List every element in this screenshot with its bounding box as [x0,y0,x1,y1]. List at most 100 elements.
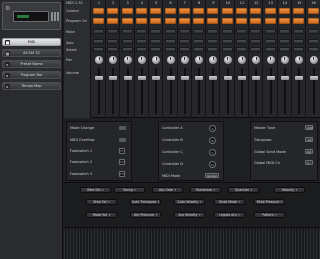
gear-icon[interactable]: ⚙ [5,5,10,12]
select-button[interactable] [278,47,290,52]
pan-knob[interactable] [180,56,189,64]
select-button[interactable] [293,47,305,52]
mute-button[interactable] [307,29,319,34]
dropdown-select[interactable]: Quantize ▾ [228,187,259,193]
solo-button[interactable] [293,39,305,44]
select-button[interactable] [250,47,262,52]
solo-button[interactable] [193,39,205,44]
footswitch-2-box[interactable]: F2 [119,159,125,165]
mute-button[interactable] [164,29,176,34]
volume-fader[interactable] [295,75,304,80]
control-pad[interactable] [93,8,104,14]
control-pad[interactable] [107,8,119,14]
solo-button[interactable] [207,39,219,44]
program-pad[interactable] [178,18,190,24]
volume-fader[interactable] [195,75,204,80]
controller-c-dial[interactable]: C [209,149,216,156]
solo-button[interactable] [236,39,247,44]
volume-fader[interactable] [223,75,232,80]
volume-fader[interactable] [266,75,275,80]
dropdown-select[interactable]: Knob Mode ▾ [214,199,245,205]
dropdown-select[interactable]: Velocity ▾ [274,187,305,193]
volume-fader[interactable] [309,75,318,80]
midi-mode-select[interactable]: Global [205,173,219,178]
pan-knob[interactable] [209,56,218,64]
program-pad[interactable] [193,18,205,24]
control-pad[interactable] [150,8,162,14]
select-button[interactable] [164,47,176,52]
dropdown-select[interactable]: Arp Velocity ▾ [174,212,205,218]
volume-fader[interactable] [137,75,146,80]
pan-knob[interactable] [238,56,246,64]
dropdown-select[interactable]: Rate Div ▾ [80,187,111,193]
dropdown-select[interactable]: Mode Sel ▾ [86,212,117,218]
solo-button[interactable] [93,39,104,44]
control-pad[interactable] [207,8,219,14]
dropdown-select[interactable]: Auto Velocity ▾ [174,199,205,205]
mode-change-toggle[interactable] [119,126,126,130]
program-pad[interactable] [221,18,233,24]
program-pad[interactable] [236,18,247,24]
pan-knob[interactable] [223,56,232,64]
control-pad[interactable] [121,8,133,14]
mute-button[interactable] [193,29,205,34]
volume-fader[interactable] [180,75,189,80]
dropdown-select[interactable]: Pattern ▾ [254,212,285,218]
pan-knob[interactable] [152,56,161,64]
volume-fader[interactable] [209,75,218,80]
mute-button[interactable] [221,29,233,34]
footswitch-1-box[interactable]: F1 [119,148,125,154]
mute-button[interactable] [150,29,162,34]
pan-knob[interactable] [266,56,275,64]
solo-button[interactable] [121,39,133,44]
control-pad[interactable] [250,8,262,14]
solo-button[interactable] [107,39,119,44]
dropdown-select[interactable]: Step Sel ▾ [86,199,117,205]
pan-knob[interactable] [95,56,103,64]
midi-overflow-toggle[interactable] [119,138,126,142]
volume-fader[interactable] [109,75,118,80]
solo-button[interactable] [150,39,162,44]
mute-button[interactable] [264,29,276,34]
program-pad[interactable] [250,18,262,24]
control-pad[interactable] [236,8,247,14]
control-pad[interactable] [193,8,205,14]
dropdown-select[interactable]: Legato Arp ▾ [214,212,245,218]
pan-knob[interactable] [195,56,204,64]
program-pad[interactable] [264,18,276,24]
dropdown-select[interactable]: Mute Pressure ▾ [254,199,285,205]
mute-button[interactable] [293,29,305,34]
program-pad[interactable] [107,18,119,24]
solo-button[interactable] [307,39,319,44]
select-button[interactable] [236,47,247,52]
dropdown-select[interactable]: Arp Pressure ▾ [130,212,161,218]
select-button[interactable] [121,47,133,52]
volume-fader[interactable] [280,75,289,80]
pan-knob[interactable] [252,56,261,64]
control-pad[interactable] [164,8,176,14]
global-send-select[interactable]: All [305,149,313,154]
select-button[interactable] [264,47,276,52]
controller-b-dial[interactable]: B [209,137,216,144]
mute-button[interactable] [93,29,104,34]
sidebar-item-3[interactable]: ▸ Tempo Map [2,82,61,90]
select-button[interactable] [135,47,147,52]
select-button[interactable] [207,47,219,52]
control-pad[interactable] [293,8,305,14]
volume-fader[interactable] [95,75,103,80]
select-button[interactable] [178,47,190,52]
program-pad[interactable] [121,18,133,24]
sidebar-item-0[interactable]: ▦ All Set 32 [2,49,61,57]
pan-knob[interactable] [109,56,118,64]
solo-button[interactable] [250,39,262,44]
mute-button[interactable] [278,29,290,34]
solo-button[interactable] [178,39,190,44]
solo-button[interactable] [264,39,276,44]
select-button[interactable] [150,47,162,52]
sidebar-item-2[interactable]: ▸ Program Bar [2,71,61,79]
pan-knob[interactable] [137,56,146,64]
mute-button[interactable] [107,29,119,34]
device-thumbnail[interactable]: ⚙ [2,2,61,30]
sidebar-item-1[interactable]: ▸ Preset Name [2,60,61,68]
select-button[interactable] [221,47,233,52]
